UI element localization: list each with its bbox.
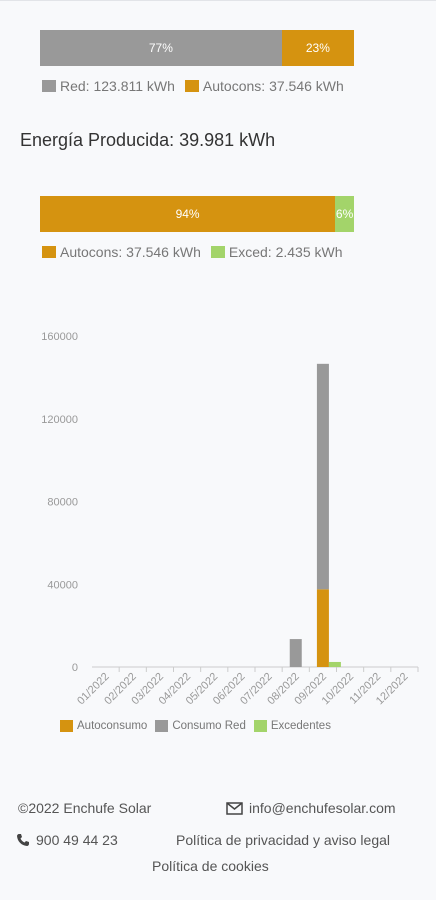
email-link[interactable]: info@enchufesolar.com (226, 800, 396, 816)
y-tick-label: 40000 (47, 579, 78, 591)
consumption-autocons-segment: 23% (281, 30, 354, 66)
chart-legend-swatch (60, 720, 73, 732)
cookies-link[interactable]: Política de cookies (152, 858, 269, 874)
production-autocons-segment: 94% (40, 196, 336, 232)
production-exced-segment: 6% (335, 196, 354, 232)
legend-swatch-autocons (184, 80, 199, 92)
phone-text: 900 49 44 23 (36, 832, 118, 848)
legend-item-exced: Exced: 2.435 kWh (210, 244, 343, 260)
y-tick-label: 120000 (41, 414, 78, 426)
legend-swatch-exced (210, 246, 225, 258)
top-divider (0, 0, 436, 1)
production-bar: 94% 6% (40, 196, 354, 232)
legend-label-autocons: Autocons: 37.546 kWh (202, 78, 344, 94)
bar-consumo-red (316, 363, 329, 590)
chart-legend-label: Consumo Red (172, 720, 246, 732)
monthly-energy-chart: 0400008000012000016000001/202202/202203/… (41, 331, 419, 707)
legend-label-exced: Exced: 2.435 kWh (228, 244, 343, 260)
consumption-bar: 77% 23% (40, 30, 354, 66)
chart-legend-item[interactable]: Autoconsumo (60, 720, 147, 732)
mail-icon (226, 801, 243, 815)
bar-autoconsumo (316, 589, 329, 667)
chart-legend-item[interactable]: Excedentes (253, 720, 331, 732)
bar-consumo-red (289, 639, 302, 667)
chart-legend-item[interactable]: Consumo Red (155, 720, 246, 732)
energy-produced-title: Energía Producida: 39.981 kWh (20, 130, 276, 150)
legend-swatch-autocons-prod (42, 246, 56, 258)
chart-legend-swatch (155, 720, 169, 732)
chart-legend-swatch (253, 720, 267, 732)
y-tick-label: 0 (72, 662, 78, 674)
legend-item-autocons: Autocons: 37.546 kWh (184, 78, 344, 94)
chart-legend: Autoconsumo Consumo Red Excedentes (60, 720, 339, 732)
privacy-link[interactable]: Política de privacidad y aviso legal (176, 832, 390, 848)
bar-excedentes (328, 661, 341, 667)
phone-link[interactable]: 900 49 44 23 (16, 832, 118, 848)
email-text: info@enchufesolar.com (249, 800, 396, 816)
copyright-text: ©2022 Enchufe Solar (18, 800, 152, 816)
y-tick-label: 160000 (41, 331, 78, 343)
legend-label-autocons-prod: Autocons: 37.546 kWh (60, 244, 201, 260)
legend-swatch-red (42, 80, 56, 92)
legend-label-red: Red: 123.811 kWh (60, 78, 175, 94)
legend-item-red: Red: 123.811 kWh (42, 78, 175, 94)
chart-legend-label: Autoconsumo (77, 720, 148, 732)
legend-item-autocons-prod: Autocons: 37.546 kWh (42, 244, 201, 260)
consumption-red-segment: 77% (40, 30, 282, 66)
y-tick-label: 80000 (47, 497, 78, 509)
chart-legend-label: Excedentes (270, 720, 331, 732)
production-legend: Autocons: 37.546 kWh Exced: 2.435 kWh (42, 244, 353, 260)
phone-icon (16, 833, 30, 847)
consumption-legend: Red: 123.811 kWh Autocons: 37.546 kWh (42, 78, 354, 94)
